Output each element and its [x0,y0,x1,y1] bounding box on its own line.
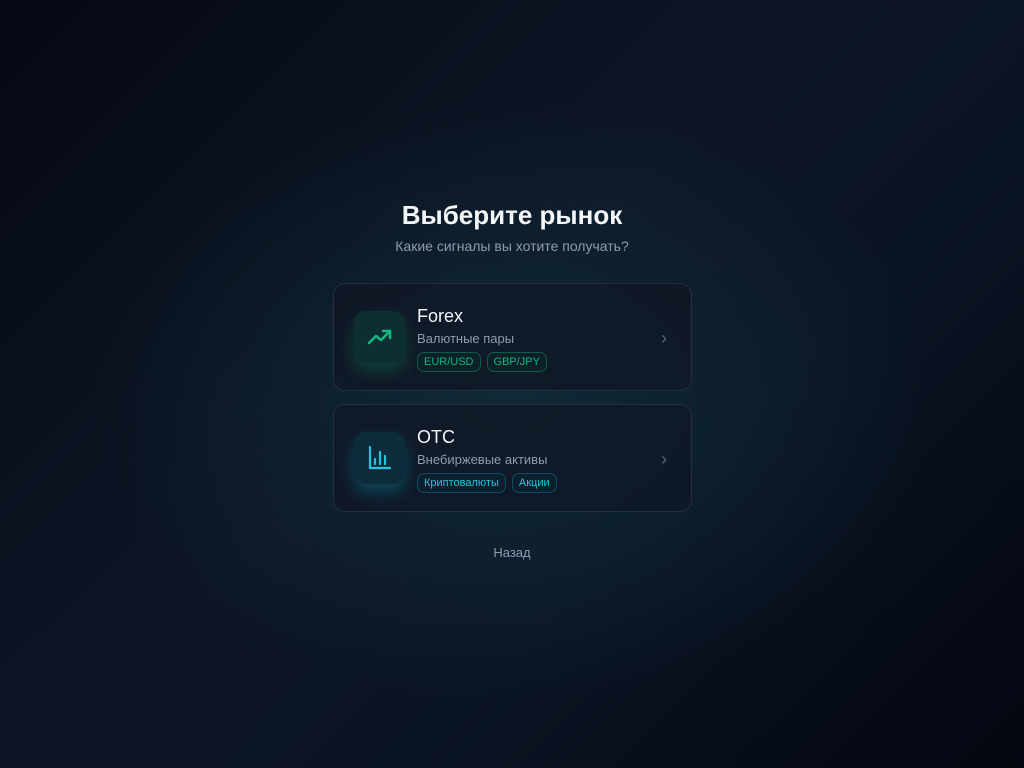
market-name: OTC [417,427,455,447]
market-tag: EUR/USD [417,352,481,372]
market-description: Валютные пары [417,331,515,346]
market-name: Forex [417,306,464,326]
market-tag: GBP/JPY [486,352,547,372]
bar-chart-icon [354,432,405,484]
market-description: Внебиржевые активы [417,452,548,467]
chevron-right-icon: › [661,328,667,348]
trending-up-icon [354,311,405,363]
market-card-otc[interactable]: OTC Внебиржевые активы Криптовалюты Акци… [333,404,692,512]
back-button[interactable]: Назад [0,545,1024,560]
chevron-right-icon: › [661,449,667,469]
page-title: Выберите рынок [401,200,623,230]
market-card-forex[interactable]: Forex Валютные пары EUR/USD GBP/JPY › [333,283,692,391]
market-tag: Акции [511,473,557,493]
page-subtitle: Какие сигналы вы хотите получать? [395,238,629,254]
market-tag: Криптовалюты [417,473,506,493]
